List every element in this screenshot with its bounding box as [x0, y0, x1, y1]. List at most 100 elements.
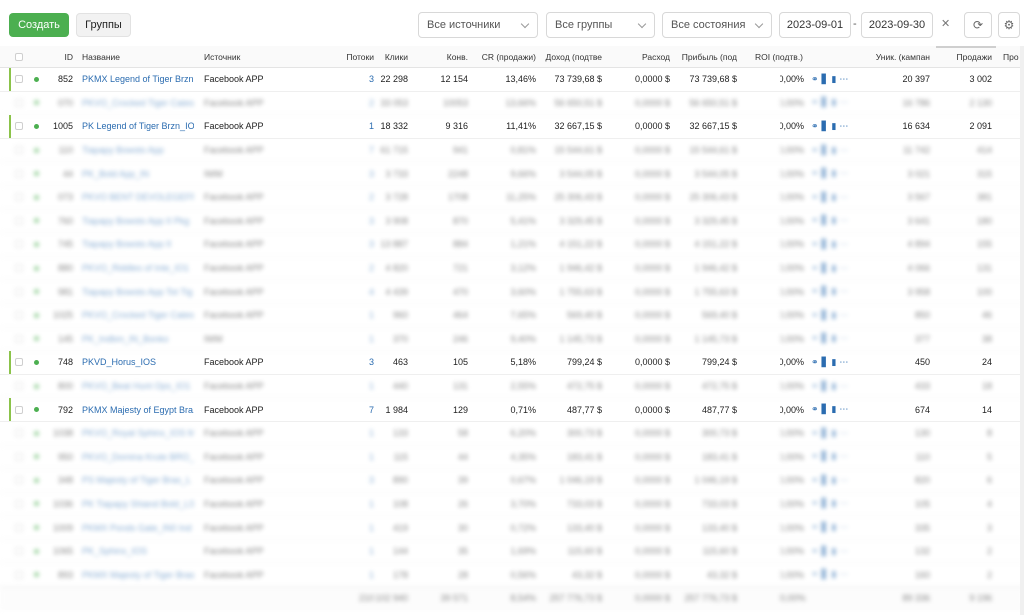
cell-name[interactable]: PS Majesty of Tiger Bras_L [82, 469, 194, 492]
row-checkbox-cell[interactable] [15, 422, 27, 445]
cell-streams[interactable]: 1 [330, 328, 374, 351]
more-icon[interactable]: ⋯ [839, 333, 851, 344]
more-icon[interactable]: ⋯ [839, 145, 851, 156]
cell-streams[interactable]: 4 [330, 280, 374, 303]
link-icon[interactable]: ⚭ [811, 546, 822, 557]
document-icon[interactable]: ▮ [831, 569, 839, 580]
bar-chart-icon[interactable]: ▋ [822, 192, 832, 203]
cell-streams[interactable]: 3 [330, 210, 374, 233]
bar-chart-icon[interactable]: ▋ [822, 357, 832, 368]
cell-name[interactable]: PK_Indbm_IN_Bonko [82, 328, 194, 351]
row-checkbox-cell[interactable] [15, 351, 27, 374]
table-row[interactable]: 1009 PKMX Ponds Gate_IN0 Ind Facebook APP 1… [0, 516, 1024, 540]
link-icon[interactable]: ⚭ [811, 310, 822, 321]
more-icon[interactable]: ⋯ [839, 215, 851, 226]
row-checkbox[interactable] [15, 146, 23, 155]
col-header-clicks[interactable]: Клики [374, 46, 408, 67]
row-checkbox-cell[interactable] [15, 540, 27, 563]
link-icon[interactable]: ⚭ [811, 121, 822, 132]
date-from-input[interactable]: 2023-09-01 [779, 12, 851, 38]
row-checkbox[interactable] [15, 193, 23, 202]
col-header-conversions[interactable]: Конв. [420, 46, 468, 67]
row-checkbox[interactable] [15, 499, 23, 508]
more-icon[interactable]: ⋯ [839, 475, 851, 486]
bar-chart-icon[interactable]: ▋ [822, 97, 832, 108]
col-header-source[interactable]: Источник [204, 46, 284, 67]
document-icon[interactable]: ▮ [831, 333, 839, 344]
row-checkbox-cell[interactable] [15, 493, 27, 516]
document-icon[interactable]: ▮ [831, 168, 839, 179]
more-icon[interactable]: ⋯ [839, 498, 851, 509]
row-checkbox-cell[interactable] [15, 68, 27, 91]
cell-name[interactable]: PKMX Ponds Gate_IN0 Ind [82, 516, 194, 539]
document-icon[interactable]: ▮ [831, 451, 839, 462]
bar-chart-icon[interactable]: ▋ [822, 381, 832, 392]
table-row[interactable]: 880 PKVO_Riddles of Inte_IO1 Facebook APP 2… [0, 257, 1024, 281]
row-checkbox-cell[interactable] [15, 304, 27, 327]
row-checkbox-cell[interactable] [15, 446, 27, 469]
table-row[interactable]: 1038 PKVO_Royal Sphinx_IOS M Facebook APP 1… [0, 422, 1024, 446]
table-row[interactable]: 070 PKVO_Crocked Tiger Cates Facebook APP 2… [0, 92, 1024, 116]
bar-chart-icon[interactable]: ▋ [822, 74, 832, 85]
cell-streams[interactable]: 1 [330, 563, 374, 586]
col-header-revenue[interactable]: Доход (подтве [542, 46, 602, 67]
link-icon[interactable]: ⚭ [811, 145, 822, 156]
row-checkbox[interactable] [15, 122, 23, 131]
col-header-unique[interactable]: Уник. (кампан [868, 46, 930, 67]
row-checkbox[interactable] [15, 382, 23, 391]
cell-name[interactable]: PKMX Majesty of Tiger Bras [82, 563, 194, 586]
col-header-streams[interactable]: Потоки [330, 46, 374, 67]
sources-filter-dropdown[interactable]: Все источники [418, 12, 538, 38]
row-checkbox-cell[interactable] [15, 162, 27, 185]
table-row[interactable]: 1065 PK_Sphinx_IOS Facebook APP 1 144 35 1,69%… [0, 540, 1024, 564]
settings-button[interactable]: ⚙ [998, 12, 1020, 38]
table-row[interactable]: 792 PKMX Majesty of Egypt Bra... Facebook … [0, 398, 1024, 422]
more-icon[interactable]: ⋯ [839, 74, 851, 85]
link-icon[interactable]: ⚭ [811, 475, 822, 486]
cell-name[interactable]: PKVO_Domina Krute BRO_L [82, 446, 194, 469]
cell-streams[interactable]: 1 [330, 422, 374, 445]
cell-streams[interactable]: 3 [330, 68, 374, 91]
row-checkbox[interactable] [15, 358, 23, 367]
col-header-cost[interactable]: Расход [615, 46, 670, 67]
row-checkbox[interactable] [15, 476, 23, 485]
table-row[interactable]: 950 PKVO_Domina Krute BRO_L Facebook APP 1 1… [0, 446, 1024, 470]
link-icon[interactable]: ⚭ [811, 333, 822, 344]
row-checkbox[interactable] [15, 264, 23, 273]
cell-name[interactable]: PKMX Majesty of Egypt Bra... [82, 398, 194, 421]
table-row[interactable]: 760 Tiapapy Bowsto App II Pkg Facebook APP… [0, 210, 1024, 234]
row-checkbox-cell[interactable] [15, 139, 27, 162]
cell-streams[interactable]: 2 [330, 257, 374, 280]
cell-name[interactable]: PKVO_Riddles of Inte_IO1 [82, 257, 194, 280]
row-checkbox-cell[interactable] [15, 92, 27, 115]
cell-name[interactable]: Tiapapy Bowsto App [82, 139, 194, 162]
more-icon[interactable]: ⋯ [839, 168, 851, 179]
row-checkbox[interactable] [15, 311, 23, 320]
row-checkbox[interactable] [15, 570, 23, 579]
cell-name[interactable]: PK_Bold App_IN [82, 162, 194, 185]
bar-chart-icon[interactable]: ▋ [822, 215, 832, 226]
document-icon[interactable]: ▮ [831, 239, 839, 250]
link-icon[interactable]: ⚭ [811, 569, 822, 580]
groups-filter-dropdown[interactable]: Все группы [546, 12, 655, 38]
table-row[interactable]: 110 Tiapapy Bowsto App Facebook APP 7 61 715… [0, 139, 1024, 163]
document-icon[interactable]: ▮ [831, 121, 839, 132]
bar-chart-icon[interactable]: ▋ [822, 498, 832, 509]
bar-chart-icon[interactable]: ▋ [822, 404, 832, 415]
document-icon[interactable]: ▮ [831, 475, 839, 486]
cell-streams[interactable]: 1 [330, 446, 374, 469]
link-icon[interactable]: ⚭ [811, 168, 822, 179]
bar-chart-icon[interactable]: ▋ [822, 475, 832, 486]
table-row[interactable]: 348 PS Majesty of Tiger Bras_L Facebook AP… [0, 469, 1024, 493]
states-filter-dropdown[interactable]: Все состояния [662, 12, 772, 38]
row-checkbox[interactable] [15, 169, 23, 178]
document-icon[interactable]: ▮ [831, 215, 839, 226]
more-icon[interactable]: ⋯ [839, 428, 851, 439]
link-icon[interactable]: ⚭ [811, 192, 822, 203]
row-checkbox-cell[interactable] [15, 469, 27, 492]
cell-name[interactable]: Tiapapy Bowsto App II [82, 233, 194, 256]
bar-chart-icon[interactable]: ▋ [822, 569, 832, 580]
document-icon[interactable]: ▮ [831, 145, 839, 156]
col-header-name[interactable]: Название [82, 46, 192, 67]
bar-chart-icon[interactable]: ▋ [822, 263, 832, 274]
